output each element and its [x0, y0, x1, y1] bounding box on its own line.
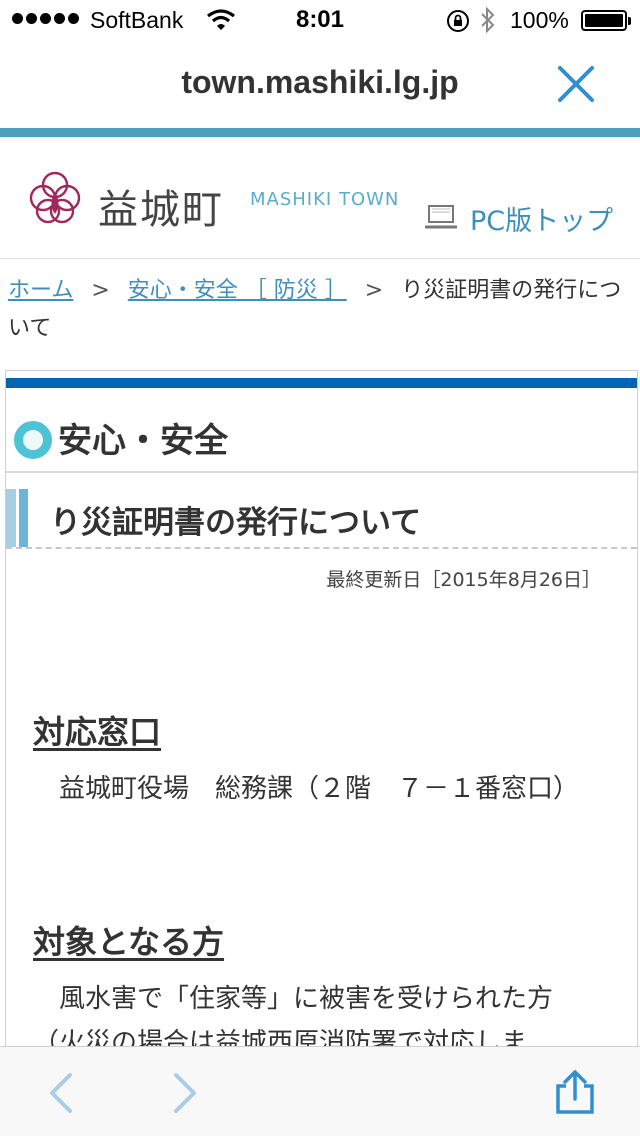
pc-version-label: PC版トップ — [470, 206, 614, 237]
last-updated-date: 最終更新日［2015年8月26日］ — [326, 569, 601, 591]
page-heading: り災証明書の発行について — [6, 489, 637, 549]
bluetooth-icon — [480, 6, 496, 38]
site-logo-text[interactable]: 益城町 — [98, 177, 224, 235]
site-header: 益城町 MASHIKI TOWN PC版トップ — [0, 137, 640, 259]
status-bar: SoftBank 8:01 100% — [0, 0, 640, 40]
page-domain[interactable]: town.mashiki.lg.jp — [0, 64, 640, 101]
rotation-lock-icon — [446, 9, 470, 38]
breadcrumb: ホーム > 安心・安全 ［ 防災 ］ > り災証明書の発行について — [8, 272, 636, 348]
section-top-bar — [6, 378, 637, 388]
breadcrumb-separator: > — [91, 278, 110, 303]
pc-version-link[interactable]: PC版トップ — [424, 199, 613, 238]
heading-stripe — [6, 489, 16, 547]
heading-stripe — [19, 489, 28, 547]
ring-bullet-icon — [14, 421, 52, 459]
battery-icon — [581, 10, 631, 31]
breadcrumb-separator: > — [364, 278, 384, 303]
breadcrumb-home[interactable]: ホーム — [8, 278, 73, 303]
battery-percentage: 100% — [510, 7, 569, 33]
header-divider — [0, 128, 640, 137]
chevron-right-icon[interactable] — [170, 1073, 200, 1117]
section-heading-eligible: 対象となる方 — [33, 923, 225, 961]
page-title: り災証明書の発行について — [50, 505, 422, 541]
main-content: 安心・安全 り災証明書の発行について 最終更新日［2015年8月26日］ 対応窓… — [5, 370, 638, 1070]
section-header: 安心・安全 — [6, 401, 637, 473]
section-title: 安心・安全 — [58, 421, 228, 461]
breadcrumb-category[interactable]: 安心・安全 ［ 防災 ］ — [128, 278, 347, 303]
browser-title-bar: town.mashiki.lg.jp — [0, 40, 640, 128]
close-icon[interactable] — [556, 64, 596, 104]
browser-toolbar — [0, 1046, 640, 1136]
section-body-counter: 益城町役場 総務課（２階 ７－１番窓口） — [59, 774, 580, 804]
share-icon[interactable] — [552, 1069, 598, 1119]
laptop-icon — [424, 203, 458, 235]
site-logo-subtitle: MASHIKI TOWN — [250, 189, 400, 210]
town-emblem-icon[interactable] — [28, 170, 82, 228]
chevron-left-icon[interactable] — [46, 1073, 76, 1117]
section-heading-counter: 対応窓口 — [33, 713, 162, 751]
mobile-browser-screen: SoftBank 8:01 100% town.mashiki.lg.jp 益城… — [0, 0, 640, 1136]
